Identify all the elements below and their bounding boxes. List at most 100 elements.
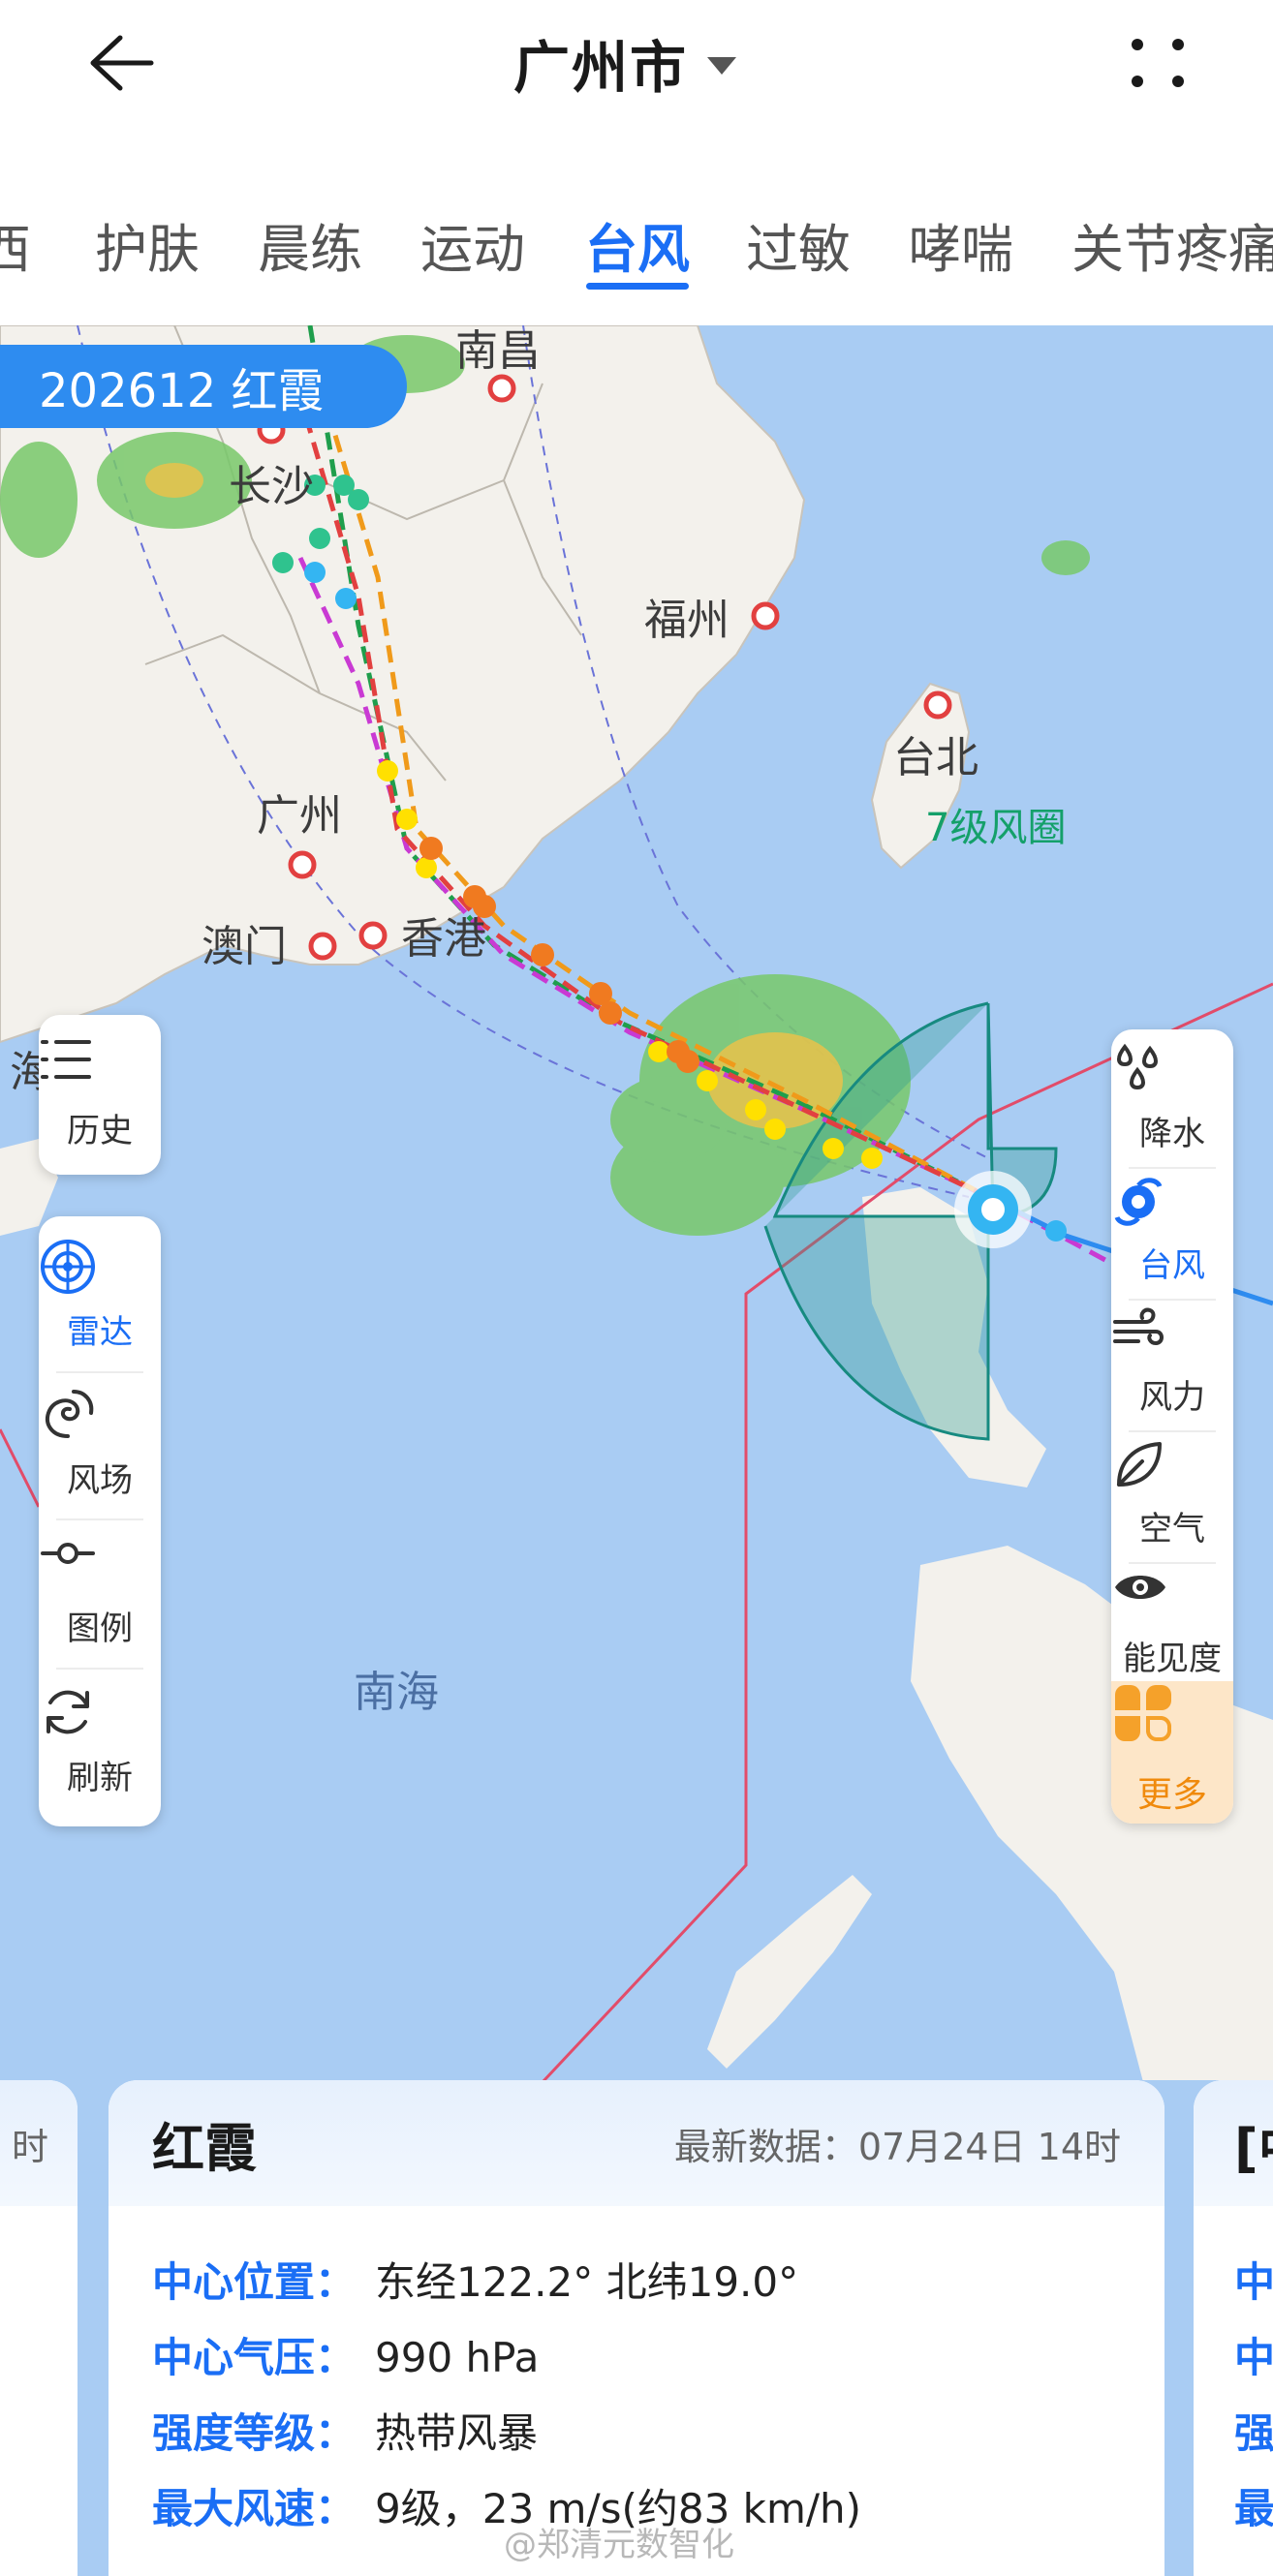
more-options-button[interactable] [1124,29,1192,97]
eye-icon [1115,1576,1165,1599]
back-button[interactable] [78,24,165,102]
layer-wind-button[interactable]: 风力 [1111,1306,1233,1418]
info-row-pressure: 中心气压： 990 hPa [152,2325,539,2384]
layer-visibility-button[interactable]: 能见度 [1111,1568,1233,1679]
history-panel: 历史 [39,1015,161,1175]
prev-card-partial-text: 时 [11,2125,48,2168]
map-label-guangzhou: 广州 [257,791,342,841]
info-value: 990 hPa [375,2334,540,2381]
wind-field-label: 风场 [67,1461,133,1500]
wind-field-icon [46,1390,94,1438]
caret-down-icon [707,57,737,75]
divider [1129,1299,1216,1301]
layer-visibility-label: 能见度 [1123,1640,1222,1678]
tab-morning-exercise[interactable]: 晨练 [258,206,362,283]
divider [1129,1167,1216,1169]
dot-icon [1172,76,1184,87]
next-card-row: 中 [1234,2250,1273,2309]
divider [1129,1562,1216,1564]
rain-drops-icon [1117,1043,1158,1090]
list-icon [41,1040,91,1079]
map-label-nanchang: 南昌 [455,326,541,376]
radar-label: 雷达 [67,1313,133,1352]
divider [56,1518,143,1520]
latest-data-time: 最新数据：07月24日 14时 [673,2125,1121,2168]
palawan-land [707,1875,872,2069]
refresh-label: 刷新 [67,1759,133,1797]
typhoon-card[interactable]: 红霞 最新数据：07月24日 14时 中心位置： 东经122.2° 北纬19.0°… [109,2080,1164,2576]
map-label-macau: 澳门 [202,922,287,971]
city-title: 广州市 [513,35,689,101]
dot-icon [1172,39,1184,50]
map-label-changsha: 长沙 [229,462,314,511]
category-tabs: 西 护肤 晨练 运动 台风 过敏 哮喘 关节疼痛 [0,189,1273,305]
info-key: 中心位置： [152,2258,357,2306]
layer-rain-button[interactable]: 降水 [1111,1043,1233,1154]
refresh-icon [47,1690,89,1734]
info-row-position: 中心位置： 东经122.2° 北纬19.0° [152,2250,798,2309]
info-key: 最 [1234,2485,1273,2532]
map-label-taipei: 台北 [893,733,978,782]
radar-icon [41,1240,95,1294]
layer-air-button[interactable]: 空气 [1111,1438,1233,1549]
info-key: 强 [1234,2409,1273,2457]
map-label-fuzhou: 福州 [644,596,730,645]
leaf-icon [1117,1442,1162,1487]
layer-typhoon-button[interactable]: 台风 [1111,1175,1233,1286]
divider [1129,1430,1216,1432]
layer-wind-label: 风力 [1139,1378,1205,1417]
next-card-row: 中 [1234,2325,1273,2384]
info-key: 最大风速： [152,2485,357,2532]
layer-rain-label: 降水 [1139,1115,1205,1153]
layer-more-button[interactable]: 更多 [1111,1681,1233,1824]
legend-button[interactable]: 图例 [39,1534,161,1649]
typhoon-card-prev[interactable]: 时 [0,2080,78,2576]
typhoon-card-next[interactable]: [中 中 中 强 最 [1194,2080,1273,2576]
layer-more-label: 更多 [1136,1775,1207,1815]
typhoon-card-carousel[interactable]: 时 红霞 最新数据：07月24日 14时 中心位置： 东经122.2° 北纬19.… [0,2080,1273,2576]
divider [56,1668,143,1670]
legend-label: 图例 [67,1610,133,1648]
map-label-hongkong: 香港 [401,914,486,964]
wind-field-button[interactable]: 风场 [39,1386,161,1501]
tab-typhoon[interactable]: 台风 [585,206,690,283]
layer-panel: 降水 台风 风力 空气 能见度 更多 [1111,1029,1233,1824]
wind-icon [1113,1307,1164,1346]
typhoon-center-icon [954,1171,1032,1248]
layer-air-label: 空气 [1139,1510,1205,1549]
top-bar: 广州市 [0,0,1273,126]
active-tab-indicator [586,283,689,290]
refresh-button[interactable]: 刷新 [39,1683,161,1798]
tab-allergy[interactable]: 过敏 [746,206,851,283]
info-value: 热带风暴 [375,2409,539,2457]
typhoon-name-badge[interactable]: 202612 红霞 [0,345,407,428]
layer-typhoon-label: 台风 [1139,1246,1205,1285]
divider [56,1371,143,1373]
tab-joint-pain[interactable]: 关节疼痛 [1071,206,1273,283]
radar-button[interactable]: 雷达 [39,1238,161,1353]
typhoon-icon [1114,1178,1163,1226]
card-header: 红霞 最新数据：07月24日 14时 [109,2080,1164,2206]
next-card-partial-title: [中 [1234,2117,1273,2179]
tab-partial[interactable]: 西 [0,206,31,283]
typhoon-name: 红霞 [152,2117,257,2179]
info-key: 中心气压： [152,2334,357,2381]
info-value: 东经122.2° 北纬19.0° [375,2258,799,2306]
info-row-intensity: 强度等级： 热带风暴 [152,2401,538,2460]
info-key: 中 [1234,2334,1273,2381]
tab-sports[interactable]: 运动 [420,206,525,283]
tab-asthma[interactable]: 哮喘 [909,206,1013,283]
tab-skincare[interactable]: 护肤 [95,206,200,283]
map-canvas [0,325,1273,2082]
info-key: 强度等级： [152,2409,357,2457]
dot-icon [1132,76,1143,87]
city-selector[interactable]: 广州市 [513,21,737,105]
back-arrow-icon [90,35,154,91]
history-button[interactable]: 历史 [39,1036,161,1151]
typhoon-map[interactable]: 202612 红霞 南昌 长沙 福州 台北 7级风圈 广州 澳门 香港 海 南海… [0,325,1273,2082]
map-label-wind-circle: 7级风圈 [925,806,1067,850]
info-key: 中 [1234,2258,1273,2306]
next-card-row: 最 [1234,2476,1273,2535]
next-card-row: 强 [1234,2401,1273,2460]
legend-icon [41,1543,95,1564]
